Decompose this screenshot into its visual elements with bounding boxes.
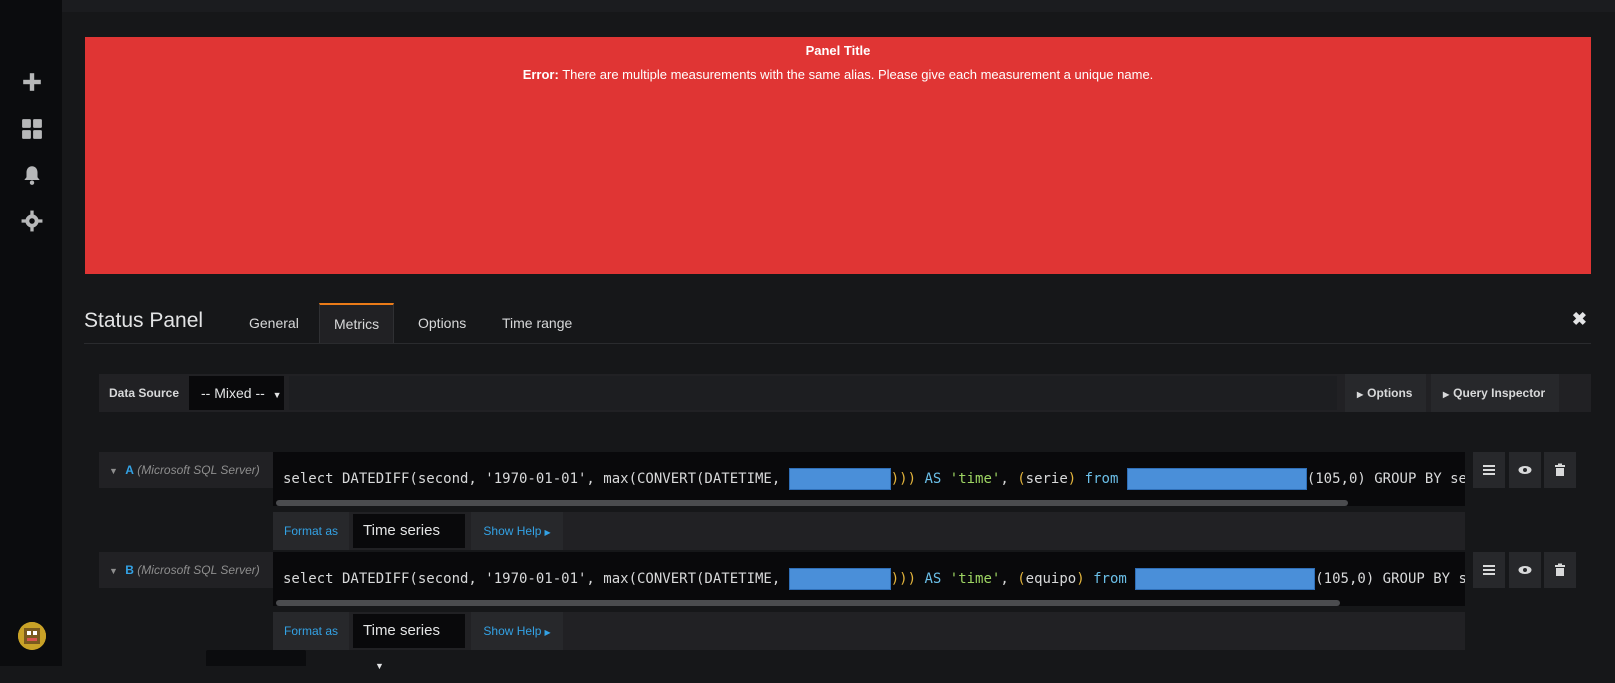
query-letter: A [125,463,134,477]
query-datasource: (Microsoft SQL Server) [137,563,260,577]
tab-metrics[interactable]: Metrics [319,303,395,343]
code-tail: (105,0) GROUP BY ser [1306,471,1465,487]
caret-right-icon: ▶ [1443,390,1450,399]
format-as-select[interactable]: Time series ▼ [353,614,465,671]
show-help-label: Show Help [483,624,542,638]
alias-column: equipo [1025,571,1077,587]
query-editor-b[interactable]: select DATEDIFF(second, '1970-01-01', ma… [273,552,1465,606]
horizontal-scrollbar[interactable] [276,600,1340,606]
avatar[interactable] [18,622,46,650]
query-format-row-a: Format as Time series ▼ Show Help▶ [273,512,1465,571]
options-button[interactable]: ▶ Options [1345,374,1426,412]
top-strip [62,0,1615,12]
query-code-a: select DATEDIFF(second, '1970-01-01', ma… [283,468,1465,490]
options-button-label: Options [1367,386,1413,400]
editor-title: Status Panel [84,309,204,332]
query-letter: B [125,563,134,577]
chevron-down-icon: ▼ [375,661,384,671]
sidebar [0,0,62,666]
format-as-label: Format as [273,612,349,650]
horizontal-scrollbar[interactable] [276,500,1348,506]
tab-general[interactable]: General [235,303,313,343]
datasource-bar: Data Source -- Mixed -- ▼ ▶ Options ▶ Quer… [99,374,1591,412]
bell-icon[interactable] [20,163,44,187]
main-area: Panel Title Error: There are multiple me… [62,0,1615,671]
code-tail: (105,0) GROUP BY se [1315,571,1465,587]
collapse-icon: ▼ [109,566,118,576]
trash-icon[interactable] [1544,552,1576,588]
query-code-b: select DATEDIFF(second, '1970-01-01', ma… [283,568,1465,590]
eye-icon[interactable] [1509,552,1541,588]
show-help-button[interactable]: Show Help ▶ [471,512,563,550]
trash-icon[interactable] [1544,452,1576,488]
format-as-label: Format as [273,512,349,550]
query-row-a-header[interactable]: ▼ A (Microsoft SQL Server) [99,452,275,488]
eye-icon[interactable] [1509,452,1541,488]
format-value: Time series [363,622,440,639]
query-menu-icon[interactable] [1473,452,1505,488]
caret-right-icon: ▶ [1357,390,1364,399]
dashboard-icon[interactable] [20,117,44,141]
format-value: Time series [363,522,440,539]
show-help-label: Show Help [483,524,542,538]
alias-column: serie [1025,471,1068,487]
chevron-down-icon: ▼ [272,390,282,400]
redacted-block [1126,468,1307,490]
redacted-block [788,468,891,490]
query-datasource: (Microsoft SQL Server) [137,463,260,477]
query-format-row-b: Format as Time series ▼ Show Help ▶ [273,612,1465,671]
error-text: There are multiple measurements with the… [562,67,1154,82]
error-label: Error: [522,67,559,82]
query-inspector-label: Query Inspector [1453,386,1546,400]
code-prefix: select DATEDIFF(second, '1970-01-01', ma… [283,571,781,587]
code-prefix: select DATEDIFF(second, '1970-01-01', ma… [283,471,781,487]
redacted-block [788,568,891,590]
collapse-icon: ▼ [109,466,118,476]
datasource-value: -- Mixed -- [201,385,265,401]
editor-header: Status Panel General Metrics Options Tim… [84,303,1591,344]
show-help-button[interactable]: Show Help ▶ [471,612,563,650]
query-inspector-button[interactable]: ▶ Query Inspector [1431,374,1559,412]
datasource-spacer [289,376,1337,410]
tab-time-range[interactable]: Time range [488,303,586,343]
format-as-select[interactable]: Time series ▼ [353,514,465,571]
query-row-b-header[interactable]: ▼ B (Microsoft SQL Server) [99,552,275,588]
add-query-button[interactable] [206,650,306,666]
caret-right-icon: ▶ [544,628,551,637]
query-menu-icon[interactable] [1473,552,1505,588]
datasource-select[interactable]: -- Mixed -- ▼ [189,376,284,410]
plus-icon[interactable] [20,70,44,94]
error-message: Error: There are multiple measurements w… [85,67,1591,82]
gear-icon[interactable] [20,209,44,233]
datasource-label: Data Source [109,386,180,400]
tab-options[interactable]: Options [404,303,480,343]
error-panel: Panel Title Error: There are multiple me… [85,37,1591,274]
panel-title[interactable]: Panel Title [85,43,1591,58]
caret-right-icon: ▶ [544,528,551,537]
close-icon[interactable]: ✖ [1572,309,1587,330]
query-editor-a[interactable]: select DATEDIFF(second, '1970-01-01', ma… [273,452,1465,506]
redacted-block [1135,568,1316,590]
